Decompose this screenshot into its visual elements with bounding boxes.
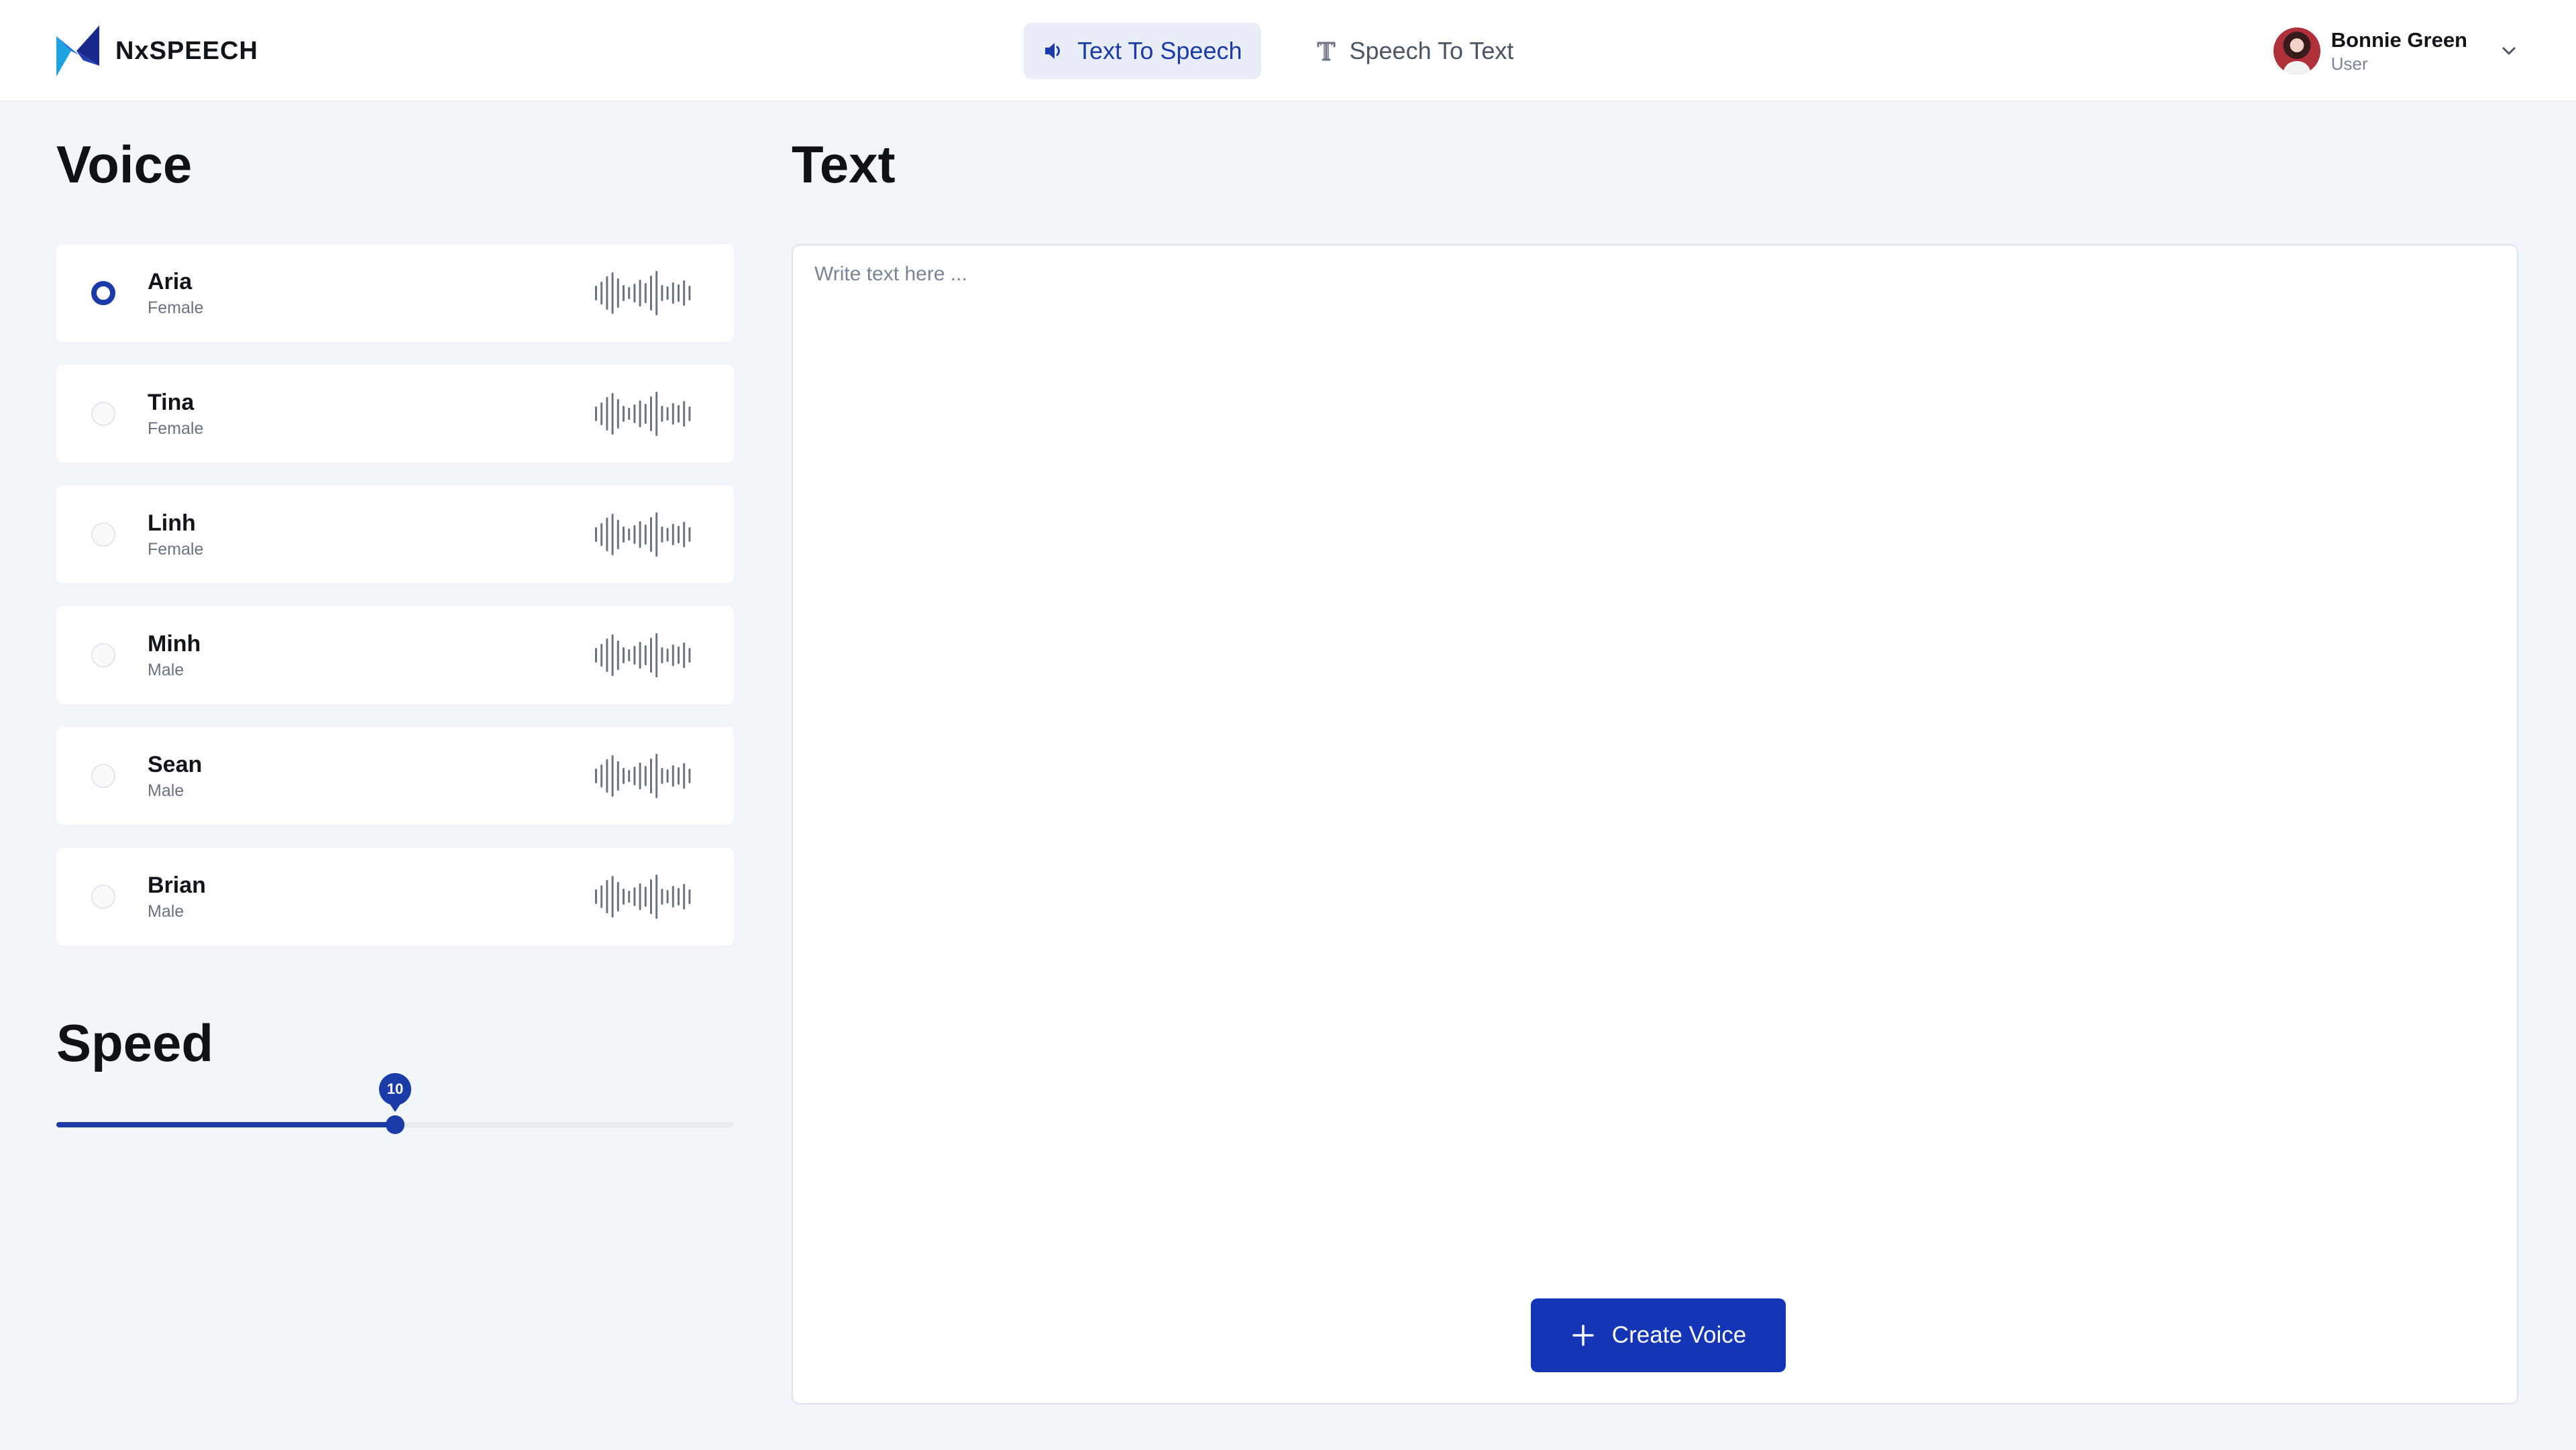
voice-text: Aria Female bbox=[148, 268, 593, 319]
voice-name: Tina bbox=[148, 390, 195, 415]
text-panel: Create Voice bbox=[792, 244, 2518, 1404]
tab-label: Text To Speech bbox=[1077, 37, 1242, 64]
voice-name: Sean bbox=[148, 752, 203, 777]
voice-radio[interactable] bbox=[91, 764, 115, 788]
voice-radio[interactable] bbox=[91, 885, 115, 909]
voice-radio[interactable] bbox=[91, 281, 115, 305]
speed-section-title: Speed bbox=[56, 1013, 214, 1072]
voice-list: Aria Female Tina Female Linh Female Minh… bbox=[56, 244, 734, 968]
voice-gender: Female bbox=[148, 540, 204, 559]
waveform-icon[interactable] bbox=[593, 873, 694, 920]
voice-option-linh[interactable]: Linh Female bbox=[56, 486, 734, 583]
user-role: User bbox=[2330, 54, 2368, 74]
slider-thumb[interactable] bbox=[386, 1115, 405, 1134]
voice-name: Minh bbox=[148, 631, 201, 657]
voice-option-tina[interactable]: Tina Female bbox=[56, 365, 734, 463]
create-voice-button[interactable]: Create Voice bbox=[1531, 1298, 1786, 1372]
voice-option-aria[interactable]: Aria Female bbox=[56, 244, 734, 342]
voice-text: Linh Female bbox=[148, 509, 593, 560]
tab-speech-to-text[interactable]: Speech To Text bbox=[1296, 23, 1533, 79]
text-icon bbox=[1317, 42, 1335, 61]
voice-option-sean[interactable]: Sean Male bbox=[56, 727, 734, 825]
voice-option-minh[interactable]: Minh Male bbox=[56, 606, 734, 704]
avatar bbox=[2273, 27, 2320, 74]
text-input[interactable] bbox=[793, 245, 2517, 1251]
voice-name: Aria bbox=[148, 269, 193, 294]
voice-gender: Female bbox=[148, 298, 204, 317]
text-section-title: Text bbox=[792, 135, 896, 194]
chevron-down-icon[interactable] bbox=[2498, 40, 2520, 62]
tab-label: Speech To Text bbox=[1349, 37, 1514, 64]
voice-name: Brian bbox=[148, 873, 206, 898]
plus-icon bbox=[1572, 1325, 1594, 1346]
voice-text: Sean Male bbox=[148, 750, 593, 801]
slider-value-tooltip: 10 bbox=[379, 1073, 411, 1112]
user-name: Bonnie Green bbox=[2330, 28, 2467, 52]
waveform-icon[interactable] bbox=[593, 390, 694, 437]
voice-section-title: Voice bbox=[56, 135, 193, 194]
voice-gender: Female bbox=[148, 419, 204, 438]
voice-name: Linh bbox=[148, 510, 196, 536]
user-info: Bonnie Green User bbox=[2331, 27, 2467, 74]
create-voice-label: Create Voice bbox=[1611, 1322, 1747, 1348]
waveform-icon[interactable] bbox=[593, 511, 694, 558]
waveform-icon[interactable] bbox=[593, 270, 694, 317]
voice-text: Brian Male bbox=[148, 871, 593, 922]
voice-gender: Male bbox=[148, 781, 184, 800]
waveform-icon[interactable] bbox=[593, 632, 694, 679]
voice-radio[interactable] bbox=[91, 402, 115, 426]
brand[interactable]: NxSPEECH bbox=[56, 25, 258, 76]
brand-name: NxSPEECH bbox=[115, 36, 258, 65]
speaker-icon bbox=[1045, 43, 1060, 59]
voice-radio[interactable] bbox=[91, 643, 115, 667]
voice-gender: Male bbox=[148, 902, 184, 921]
tab-text-to-speech[interactable]: Text To Speech bbox=[1024, 23, 1261, 79]
voice-text: Minh Male bbox=[148, 630, 593, 681]
app-header: NxSPEECH Text To Speech Speech To Text B… bbox=[0, 0, 2576, 102]
waveform-icon[interactable] bbox=[593, 752, 694, 799]
slider-fill bbox=[56, 1122, 395, 1127]
user-menu[interactable]: Bonnie Green User bbox=[2273, 25, 2520, 76]
voice-radio[interactable] bbox=[91, 522, 115, 547]
speed-slider[interactable]: 10 bbox=[56, 1073, 734, 1134]
main-nav: Text To Speech Speech To Text bbox=[1024, 23, 1532, 79]
voice-text: Tina Female bbox=[148, 388, 593, 439]
nx-logo-icon bbox=[56, 25, 99, 76]
voice-gender: Male bbox=[148, 661, 184, 679]
voice-option-brian[interactable]: Brian Male bbox=[56, 848, 734, 946]
